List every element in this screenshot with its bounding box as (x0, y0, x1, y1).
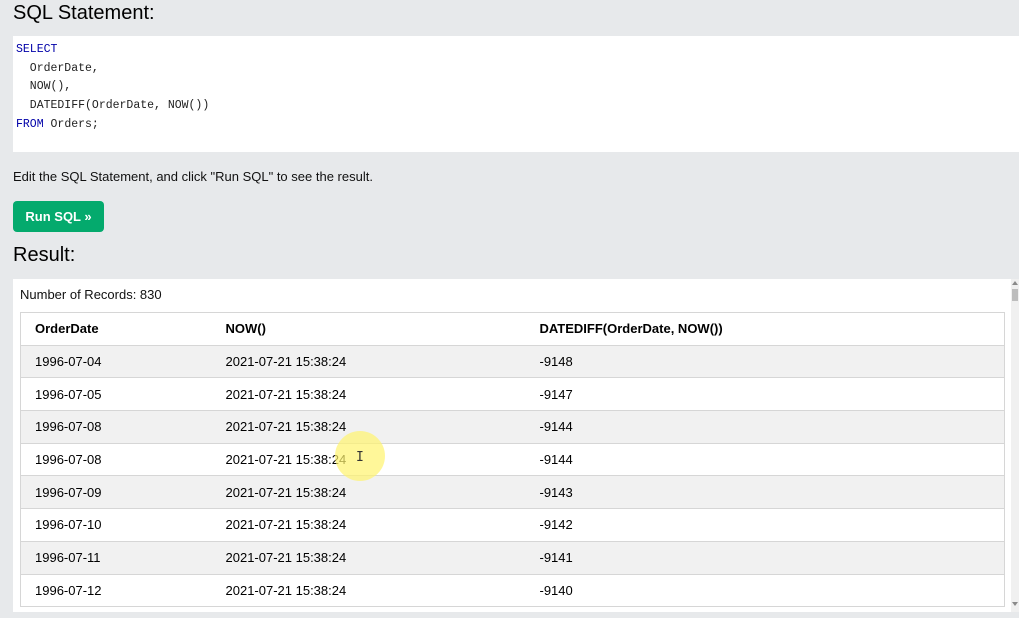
instruction-text: Edit the SQL Statement, and click "Run S… (13, 169, 373, 184)
table-cell: 2021-07-21 15:38:24 (211, 377, 526, 412)
table-cell: 2021-07-21 15:38:24 (211, 344, 526, 379)
sql-keyword: SELECT (16, 43, 58, 56)
column-header: DATEDIFF(OrderDate, NOW()) (525, 312, 1005, 346)
scroll-down-arrow-icon[interactable] (1012, 602, 1018, 606)
code-line[interactable]: OrderDate, (16, 60, 1016, 79)
code-text: Orders; (43, 117, 99, 131)
sql-statement-heading: SQL Statement: (13, 2, 155, 24)
table-cell: 1996-07-11 (20, 540, 212, 575)
table-row: 1996-07-11 2021-07-21 15:38:24 -9141 (20, 540, 1005, 575)
table-cell: 1996-07-08 (20, 442, 212, 477)
table-cell: -9147 (525, 377, 1005, 412)
table-cell: -9143 (525, 475, 1005, 510)
code-text: NOW(), (16, 80, 72, 94)
records-count: Number of Records: 830 (20, 287, 162, 302)
scroll-thumb[interactable] (1012, 289, 1018, 301)
code-line[interactable]: SELECT (16, 41, 1016, 60)
table-cell: 2021-07-21 15:38:24 (211, 442, 526, 477)
table-cell: 1996-07-12 (20, 573, 212, 608)
table-cell: 1996-07-05 (20, 377, 212, 412)
code-line[interactable]: NOW(), (16, 78, 1016, 97)
table-cell: 1996-07-08 (20, 410, 212, 444)
table-row: 1996-07-09 2021-07-21 15:38:24 -9143 (20, 475, 1005, 510)
table-cell: 2021-07-21 15:38:24 (211, 508, 526, 542)
table-row: 1996-07-10 2021-07-21 15:38:24 -9142 (20, 508, 1005, 542)
table-cell: -9140 (525, 573, 1005, 608)
scroll-up-arrow-icon[interactable] (1012, 281, 1018, 285)
table-row: 1996-07-05 2021-07-21 15:38:24 -9147 (20, 377, 1005, 412)
result-scrollbar[interactable] (1011, 279, 1019, 612)
result-table: OrderDate NOW() DATEDIFF(OrderDate, NOW(… (20, 312, 1005, 608)
result-panel[interactable]: Number of Records: 830 OrderDate NOW() D… (13, 279, 1011, 612)
run-sql-button[interactable]: Run SQL » (13, 201, 104, 232)
table-cell: 2021-07-21 15:38:24 (211, 540, 526, 575)
table-cell: 1996-07-10 (20, 508, 212, 542)
table-row: 1996-07-08 2021-07-21 15:38:24 -9144 (20, 442, 1005, 477)
code-line[interactable]: FROM Orders; (16, 116, 1016, 135)
table-row: 1996-07-12 2021-07-21 15:38:24 -9140 (20, 573, 1005, 608)
table-row: 1996-07-04 2021-07-21 15:38:24 -9148 (20, 344, 1005, 379)
table-cell: 2021-07-21 15:38:24 (211, 410, 526, 444)
table-cell: -9144 (525, 410, 1005, 444)
sql-editor[interactable]: SELECT OrderDate, NOW(), DATEDIFF(OrderD… (13, 36, 1019, 152)
table-cell: -9148 (525, 344, 1005, 379)
table-cell: 1996-07-04 (20, 344, 212, 379)
sql-keyword: FROM (16, 117, 44, 131)
result-heading: Result: (13, 244, 76, 266)
table-cell: 1996-07-09 (20, 475, 212, 510)
table-cell: 2021-07-21 15:38:24 (211, 573, 526, 608)
code-text: OrderDate, (16, 61, 99, 75)
table-cell: -9144 (525, 442, 1005, 477)
table-cell: -9141 (525, 540, 1005, 575)
column-header: NOW() (211, 312, 526, 346)
table-header-row: OrderDate NOW() DATEDIFF(OrderDate, NOW(… (20, 312, 1005, 346)
table-row: 1996-07-08 2021-07-21 15:38:24 -9144 (20, 410, 1005, 444)
code-line[interactable]: DATEDIFF(OrderDate, NOW()) (16, 97, 1016, 116)
table-cell: 2021-07-21 15:38:24 (211, 475, 526, 510)
column-header: OrderDate (20, 312, 212, 346)
table-cell: -9142 (525, 508, 1005, 542)
code-text: DATEDIFF(OrderDate, NOW()) (16, 99, 210, 113)
